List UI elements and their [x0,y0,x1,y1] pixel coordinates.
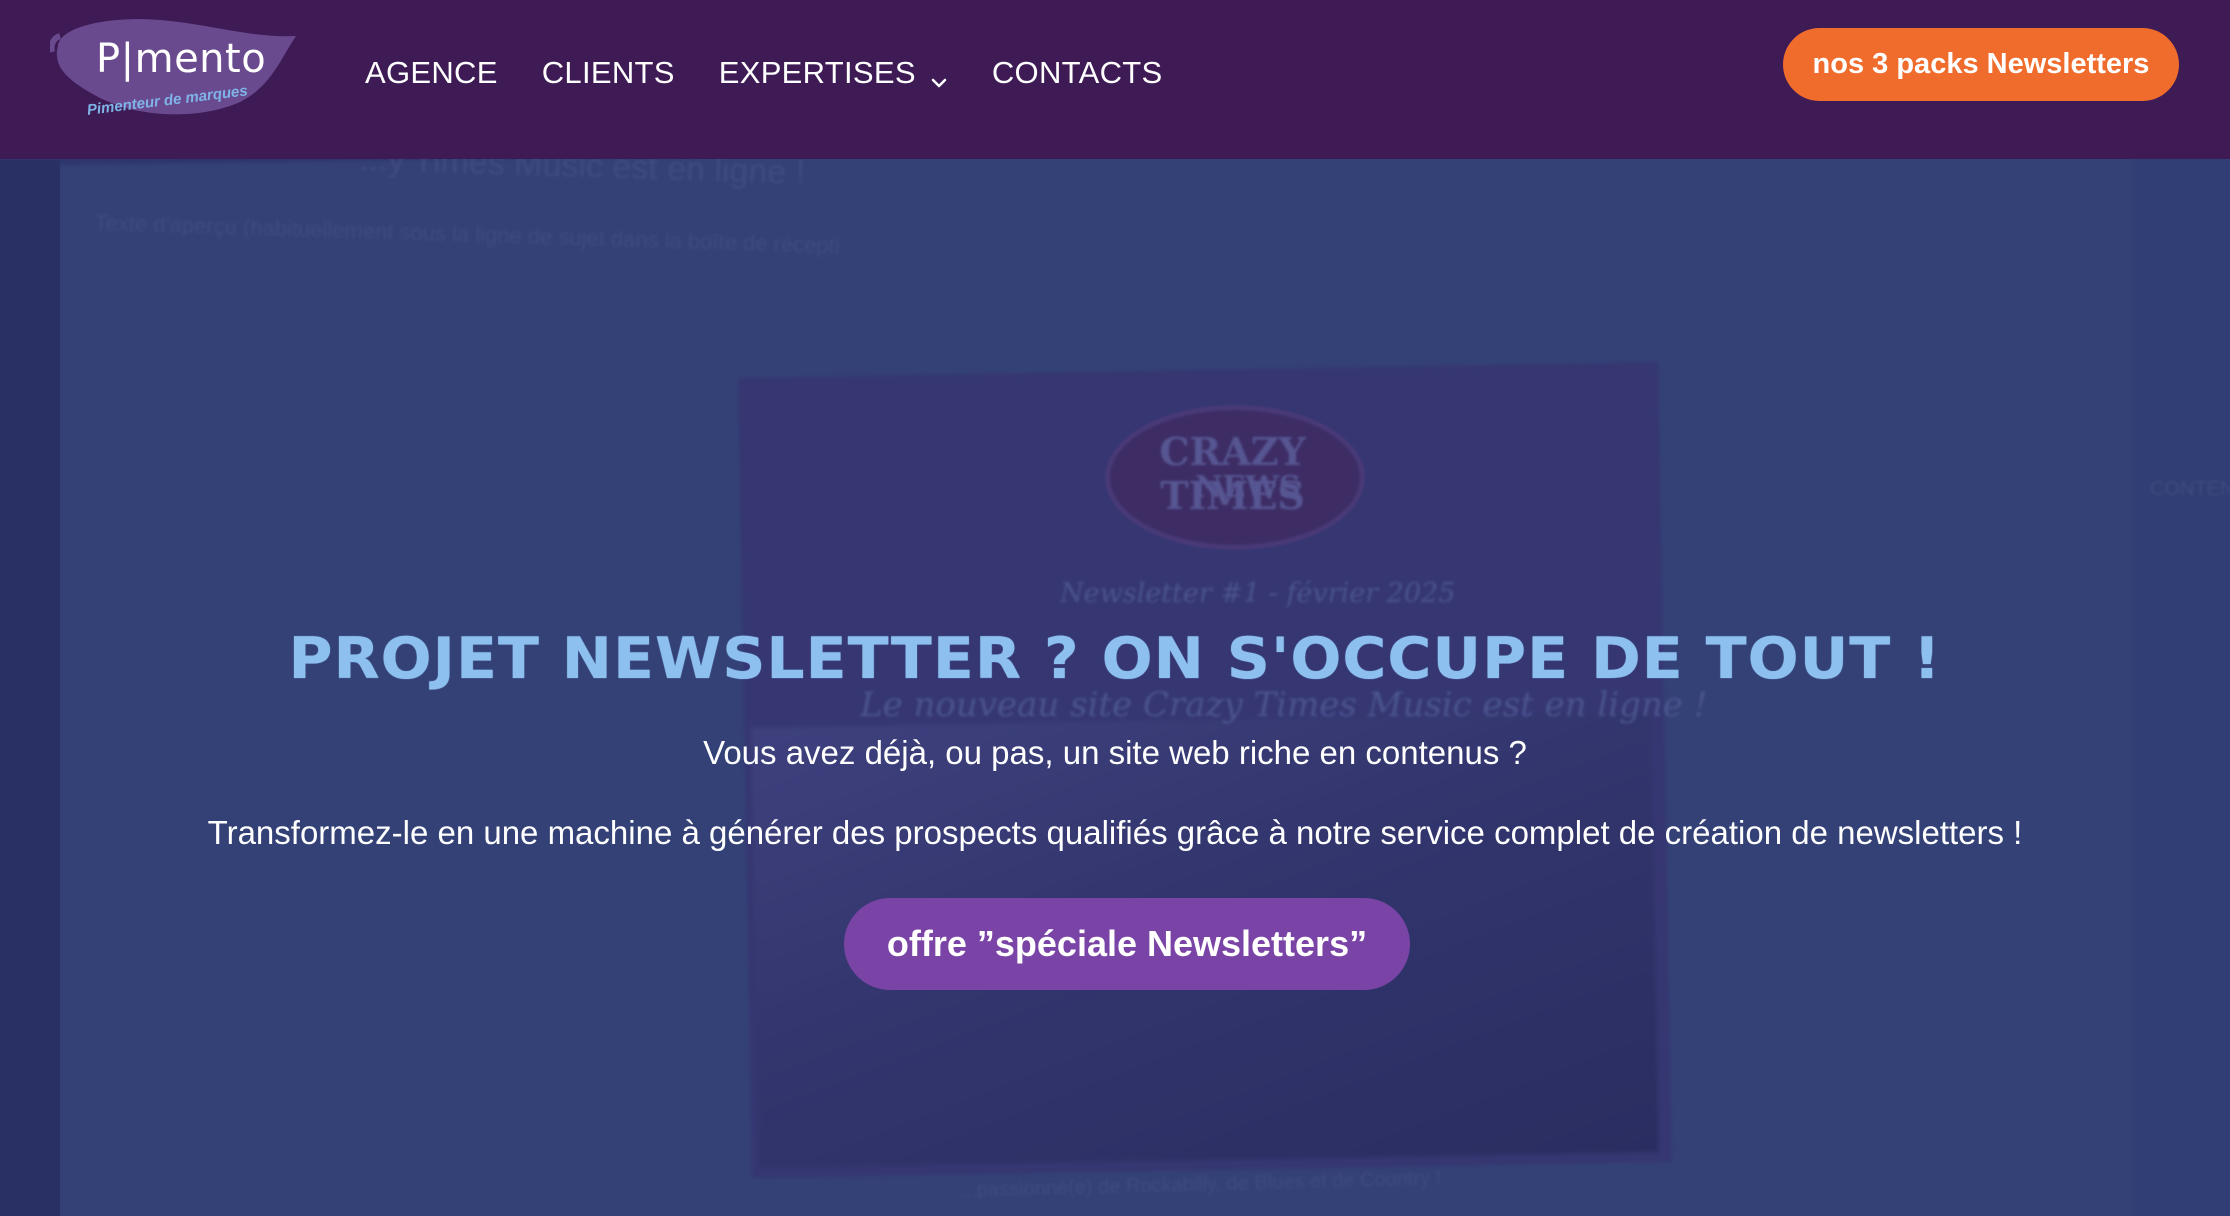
hero-subtitle-1: Vous avez déjà, ou pas, un site web rich… [703,734,1527,771]
main-menu: AGENCE CLIENTS EXPERTISES CONTACTS [365,48,1162,98]
hero-subtitle-2: Transformez-le en une machine à générer … [207,814,2023,851]
nav-item-label: CONTACTS [991,55,1163,90]
top-navigation-bar: P|mento Pimenteur de marques AGENCE CLIE… [0,0,2230,159]
hero-section: PROJET NEWSLETTER ? ON S'OCCUPE DE TOUT … [0,159,2230,1216]
nav-item-label: CLIENTS [541,55,675,90]
page: ...y Times Music est en ligne ! Texte d'… [0,0,2230,1216]
hero-title: PROJET NEWSLETTER ? ON S'OCCUPE DE TOUT … [288,625,1942,693]
nav-item-label: AGENCE [365,55,498,90]
newsletter-packs-button[interactable]: nos 3 packs Newsletters [1783,28,2179,101]
logo-wordmark: P|mento [96,36,267,82]
site-logo[interactable]: P|mento Pimenteur de marques [50,16,300,136]
nav-item-label: EXPERTISES [718,55,916,90]
nav-item-contacts[interactable]: CONTACTS [992,55,1163,91]
special-offer-button[interactable]: offre ”spéciale Newsletters” [844,898,1410,990]
chevron-down-icon [930,64,948,88]
nav-item-agence[interactable]: AGENCE [365,55,498,91]
nav-item-clients[interactable]: CLIENTS [542,55,675,91]
nav-item-expertises[interactable]: EXPERTISES [719,55,948,91]
